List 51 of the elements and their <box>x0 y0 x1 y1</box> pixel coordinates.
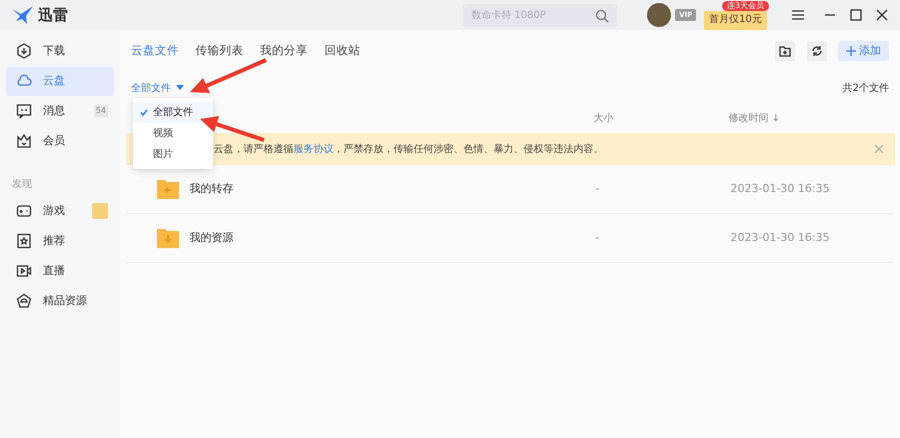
unread-count: 54 <box>94 105 108 117</box>
section-label: 发现 <box>11 178 33 192</box>
folder-icon <box>156 226 180 250</box>
filter-dropdown[interactable]: 全部文件 <box>131 80 184 96</box>
folder-icon <box>156 177 180 201</box>
file-count: 共2个文件 <box>842 82 889 96</box>
sidebar-item[interactable]: 直播 <box>6 256 114 286</box>
search-icon <box>595 8 610 22</box>
column-header: 修改时间 ↓ <box>728 112 780 126</box>
crown-icon <box>16 133 32 149</box>
modified-time: 2023-01-30 16:35 <box>730 180 830 197</box>
plus-icon <box>846 46 856 56</box>
sidebar-item[interactable]: 推荐 <box>6 226 114 256</box>
new-folder-icon[interactable] <box>775 41 795 61</box>
tab[interactable]: 传输列表 <box>196 42 244 60</box>
promo-badge: 连3天会员 <box>722 0 769 10</box>
dropdown-item[interactable]: 全部文件 <box>133 102 213 123</box>
check-icon <box>140 109 148 116</box>
promo-button[interactable]: 首月仅10元 <box>704 10 767 30</box>
message-icon <box>16 103 32 119</box>
refresh-icon[interactable] <box>806 41 826 61</box>
sidebar-item[interactable]: 精品资源 <box>6 286 114 316</box>
avatar[interactable] <box>647 3 672 27</box>
file-size: - <box>596 230 600 246</box>
sidebar-item[interactable]: 下载 <box>6 36 114 66</box>
bird-logo-icon <box>11 5 35 25</box>
search-field[interactable]: 数命卡特 1080P <box>463 4 618 26</box>
file-name[interactable]: 我的转存 <box>190 180 234 198</box>
close-icon[interactable] <box>875 8 889 22</box>
tab[interactable]: 云盘文件 <box>131 42 179 60</box>
maximize-icon[interactable] <box>849 8 863 22</box>
column-header: 大小 <box>594 112 614 126</box>
modified-time: 2023-01-30 16:35 <box>730 230 830 246</box>
sidebar-item[interactable]: 会员 <box>6 126 114 156</box>
pentagon-icon <box>16 293 32 309</box>
tab[interactable]: 回收站 <box>324 42 360 60</box>
caret-icon <box>176 85 184 91</box>
app-title: 迅雷 <box>38 4 68 26</box>
dropdown-item[interactable]: 视频 <box>133 123 213 144</box>
sidebar-item[interactable]: 游戏 <box>6 196 114 226</box>
tab[interactable]: 我的分享 <box>260 42 308 60</box>
video-camera-icon <box>16 263 32 279</box>
download-icon <box>16 43 32 59</box>
gamepad-icon <box>16 203 32 219</box>
sidebar-item[interactable]: 消息 54 <box>6 96 114 126</box>
notice-text: 云盘，请严格遵循服务协议，严禁存放，传输任何涉密、色情、暴力、侵权等违法内容。 <box>214 142 604 156</box>
file-size: - <box>596 180 600 197</box>
dropdown-item[interactable]: 图片 <box>133 144 213 165</box>
menu-icon[interactable] <box>791 8 805 22</box>
annotation-arrow <box>200 116 265 142</box>
file-name[interactable]: 我的资源 <box>190 230 234 246</box>
